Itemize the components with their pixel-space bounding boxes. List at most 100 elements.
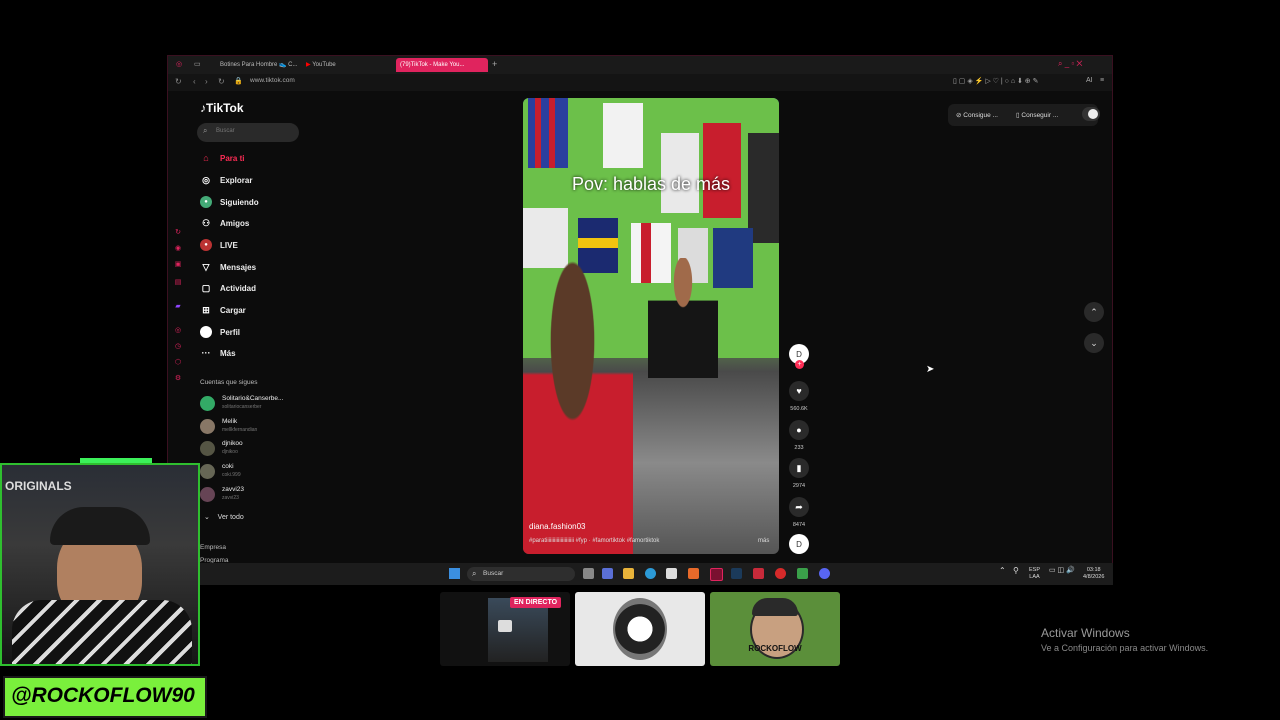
chevron-down-icon: ⌄ (1090, 337, 1098, 348)
new-tab-button[interactable]: + (492, 59, 497, 69)
save-button[interactable]: ▮ (789, 458, 809, 478)
microphone-icon[interactable]: ⚲ (1013, 567, 1019, 575)
url-field[interactable]: www.tiktok.com (250, 77, 295, 84)
nav-mas[interactable]: ··· Más (200, 345, 236, 361)
footer-link-empresa[interactable]: Empresa (200, 544, 226, 551)
nav-siguiendo[interactable]: ● Siguiendo (200, 194, 259, 210)
avatar-thumbnail[interactable]: ROCKOFLOW (710, 592, 840, 666)
follow-plus-icon[interactable]: + (795, 360, 804, 369)
sidebar-strip-icon-8[interactable]: ⚙ (173, 374, 183, 384)
app-icon: ⊘ (956, 112, 962, 119)
browser-toolbar-icons[interactable]: ▯ ▢ ◈ ⚡ ▷ ♡ | ○ ⌂ ⬇ ⊕ ✎ (953, 77, 1039, 85)
tray-chevron-up-icon[interactable]: ⌃ (999, 567, 1006, 575)
reload-icon[interactable]: ↻ (175, 77, 182, 86)
sidebar-strip-icon-4[interactable]: ▤ (173, 278, 183, 288)
comment-button[interactable]: ● (789, 420, 809, 440)
task-view-icon[interactable] (583, 568, 594, 579)
tiktok-logo[interactable]: ♪TikTok (200, 101, 244, 115)
ai-button[interactable]: AI (1086, 77, 1093, 84)
get-app-button-1[interactable]: ⊘ Consigue ... (956, 108, 998, 122)
comment-icon: ● (796, 425, 802, 435)
share-icon: ➦ (795, 501, 803, 512)
sound-avatar[interactable]: D (789, 534, 809, 554)
clock-time: 03:18 (1086, 567, 1101, 573)
sheets-icon[interactable] (797, 568, 808, 579)
thumbnail-label: ROCKOFLOW (748, 644, 802, 653)
refresh-icon[interactable]: ↻ (218, 77, 225, 86)
chevron-up-icon: ⌃ (1090, 306, 1098, 317)
language-indicator[interactable]: ESP LAA (1029, 567, 1040, 581)
tab-tiktok[interactable]: (79)TikTok - Make You... (396, 58, 488, 72)
sidebar-strip-icon-3[interactable]: ▣ (173, 260, 183, 270)
sidebar-strip-icon-2[interactable]: ◉ (173, 244, 183, 254)
see-all-link[interactable]: ⌄ Ver todo (204, 513, 244, 521)
sidebar-strip-icon-6[interactable]: ◷ (173, 342, 183, 352)
window-controls[interactable]: ⌕ _ ▫ ✕ (1058, 59, 1083, 69)
nav-mensajes[interactable]: ▽ Mensajes (200, 259, 257, 275)
account-name: zavvi23 (222, 486, 245, 493)
nav-live[interactable]: ● LIVE (200, 237, 238, 253)
tab-botines[interactable]: Botines Para Hombre 👟 C... (216, 58, 298, 72)
windows-start-icon[interactable] (449, 568, 460, 579)
discord-icon[interactable] (819, 568, 830, 579)
browser-logo-icon[interactable]: ◎ (174, 60, 184, 70)
back-icon[interactable]: ‹ (193, 77, 196, 86)
steam-icon[interactable] (731, 568, 742, 579)
share-button[interactable]: ➦ (789, 497, 809, 517)
streamer-cap (50, 507, 150, 545)
nav-para-ti[interactable]: ⌂ Para ti (200, 150, 244, 166)
video-player[interactable]: Pov: hablas de más diana.fashion03 #para… (523, 98, 779, 554)
search-input[interactable]: ⌕ Buscar (197, 123, 299, 142)
lock-icon: 🔒 (234, 78, 243, 85)
nav-label: LIVE (220, 240, 238, 250)
nav-perfil[interactable]: Perfil (200, 324, 240, 340)
brave-icon[interactable] (688, 568, 699, 579)
get-app-label-2: Conseguir ... (1021, 111, 1059, 119)
edge-icon[interactable] (645, 568, 656, 579)
app-icon-red[interactable] (753, 568, 764, 579)
video-hashtags[interactable]: #paratiiiiiiiiiiiiiiiiiiiii #fyp · #famo… (529, 538, 659, 544)
lang-bottom: LAA (1029, 574, 1040, 580)
prev-video-button[interactable]: ⌃ (1084, 302, 1104, 322)
account-handle: solitariocanserber (222, 404, 262, 410)
menu-icon[interactable]: ≡ (1100, 77, 1104, 84)
heart-icon: ♥ (796, 386, 802, 396)
account-name: Solitario&Canserbe... (222, 395, 284, 402)
sidebar-strip-icon-1[interactable]: ↻ (173, 228, 183, 238)
tab-youtube[interactable]: ▶ YouTube (302, 58, 392, 72)
opera-gx-icon[interactable] (710, 568, 723, 581)
like-button[interactable]: ♥ (789, 381, 809, 401)
app-icon-circle[interactable] (775, 568, 786, 579)
forward-icon[interactable]: › (205, 77, 208, 86)
nav-explorar[interactable]: ◎ Explorar (200, 172, 252, 188)
video-more-link[interactable]: más (758, 538, 769, 544)
theme-toggle[interactable] (1082, 107, 1100, 121)
friends-icon: ⚇ (201, 217, 211, 228)
taskbar-search[interactable]: ⌕ Buscar (467, 567, 575, 581)
webcam-overlay: ORIGINALS (0, 463, 200, 666)
get-app-button-2[interactable]: ▯ Conseguir ... (1016, 108, 1058, 122)
search-icon: ⌕ (472, 569, 477, 578)
logo-thumbnail[interactable] (575, 592, 705, 666)
avatar-cap (752, 598, 798, 616)
sidebar-strip-icon-5[interactable]: ◎ (173, 326, 183, 336)
teams-icon[interactable] (602, 568, 613, 579)
next-video-button[interactable]: ⌄ (1084, 333, 1104, 353)
lang-top: ESP (1029, 567, 1041, 573)
avatar (200, 396, 215, 411)
video-username[interactable]: diana.fashion03 (529, 522, 586, 531)
network-volume-icons[interactable]: ▭ ◫ 🔊 (1049, 567, 1075, 574)
file-explorer-icon[interactable] (623, 568, 634, 579)
nav-actividad[interactable]: ▢ Actividad (200, 280, 256, 296)
live-preview-thumbnail[interactable]: EN DIRECTO (440, 592, 570, 666)
activity-icon: ▢ (201, 282, 211, 293)
nav-label: Más (220, 348, 236, 358)
twitch-icon[interactable]: ▰ (173, 302, 183, 312)
account-name: djnikoo (222, 440, 243, 447)
nav-amigos[interactable]: ⚇ Amigos (200, 215, 249, 231)
sidebar-strip-icon-7[interactable]: ⬡ (173, 358, 183, 368)
nav-cargar[interactable]: ⊞ Cargar (200, 302, 246, 318)
store-icon[interactable] (666, 568, 677, 579)
clock[interactable]: 03:18 4/8/2026 (1083, 567, 1104, 581)
tab-list-icon[interactable]: ▭ (194, 60, 201, 68)
